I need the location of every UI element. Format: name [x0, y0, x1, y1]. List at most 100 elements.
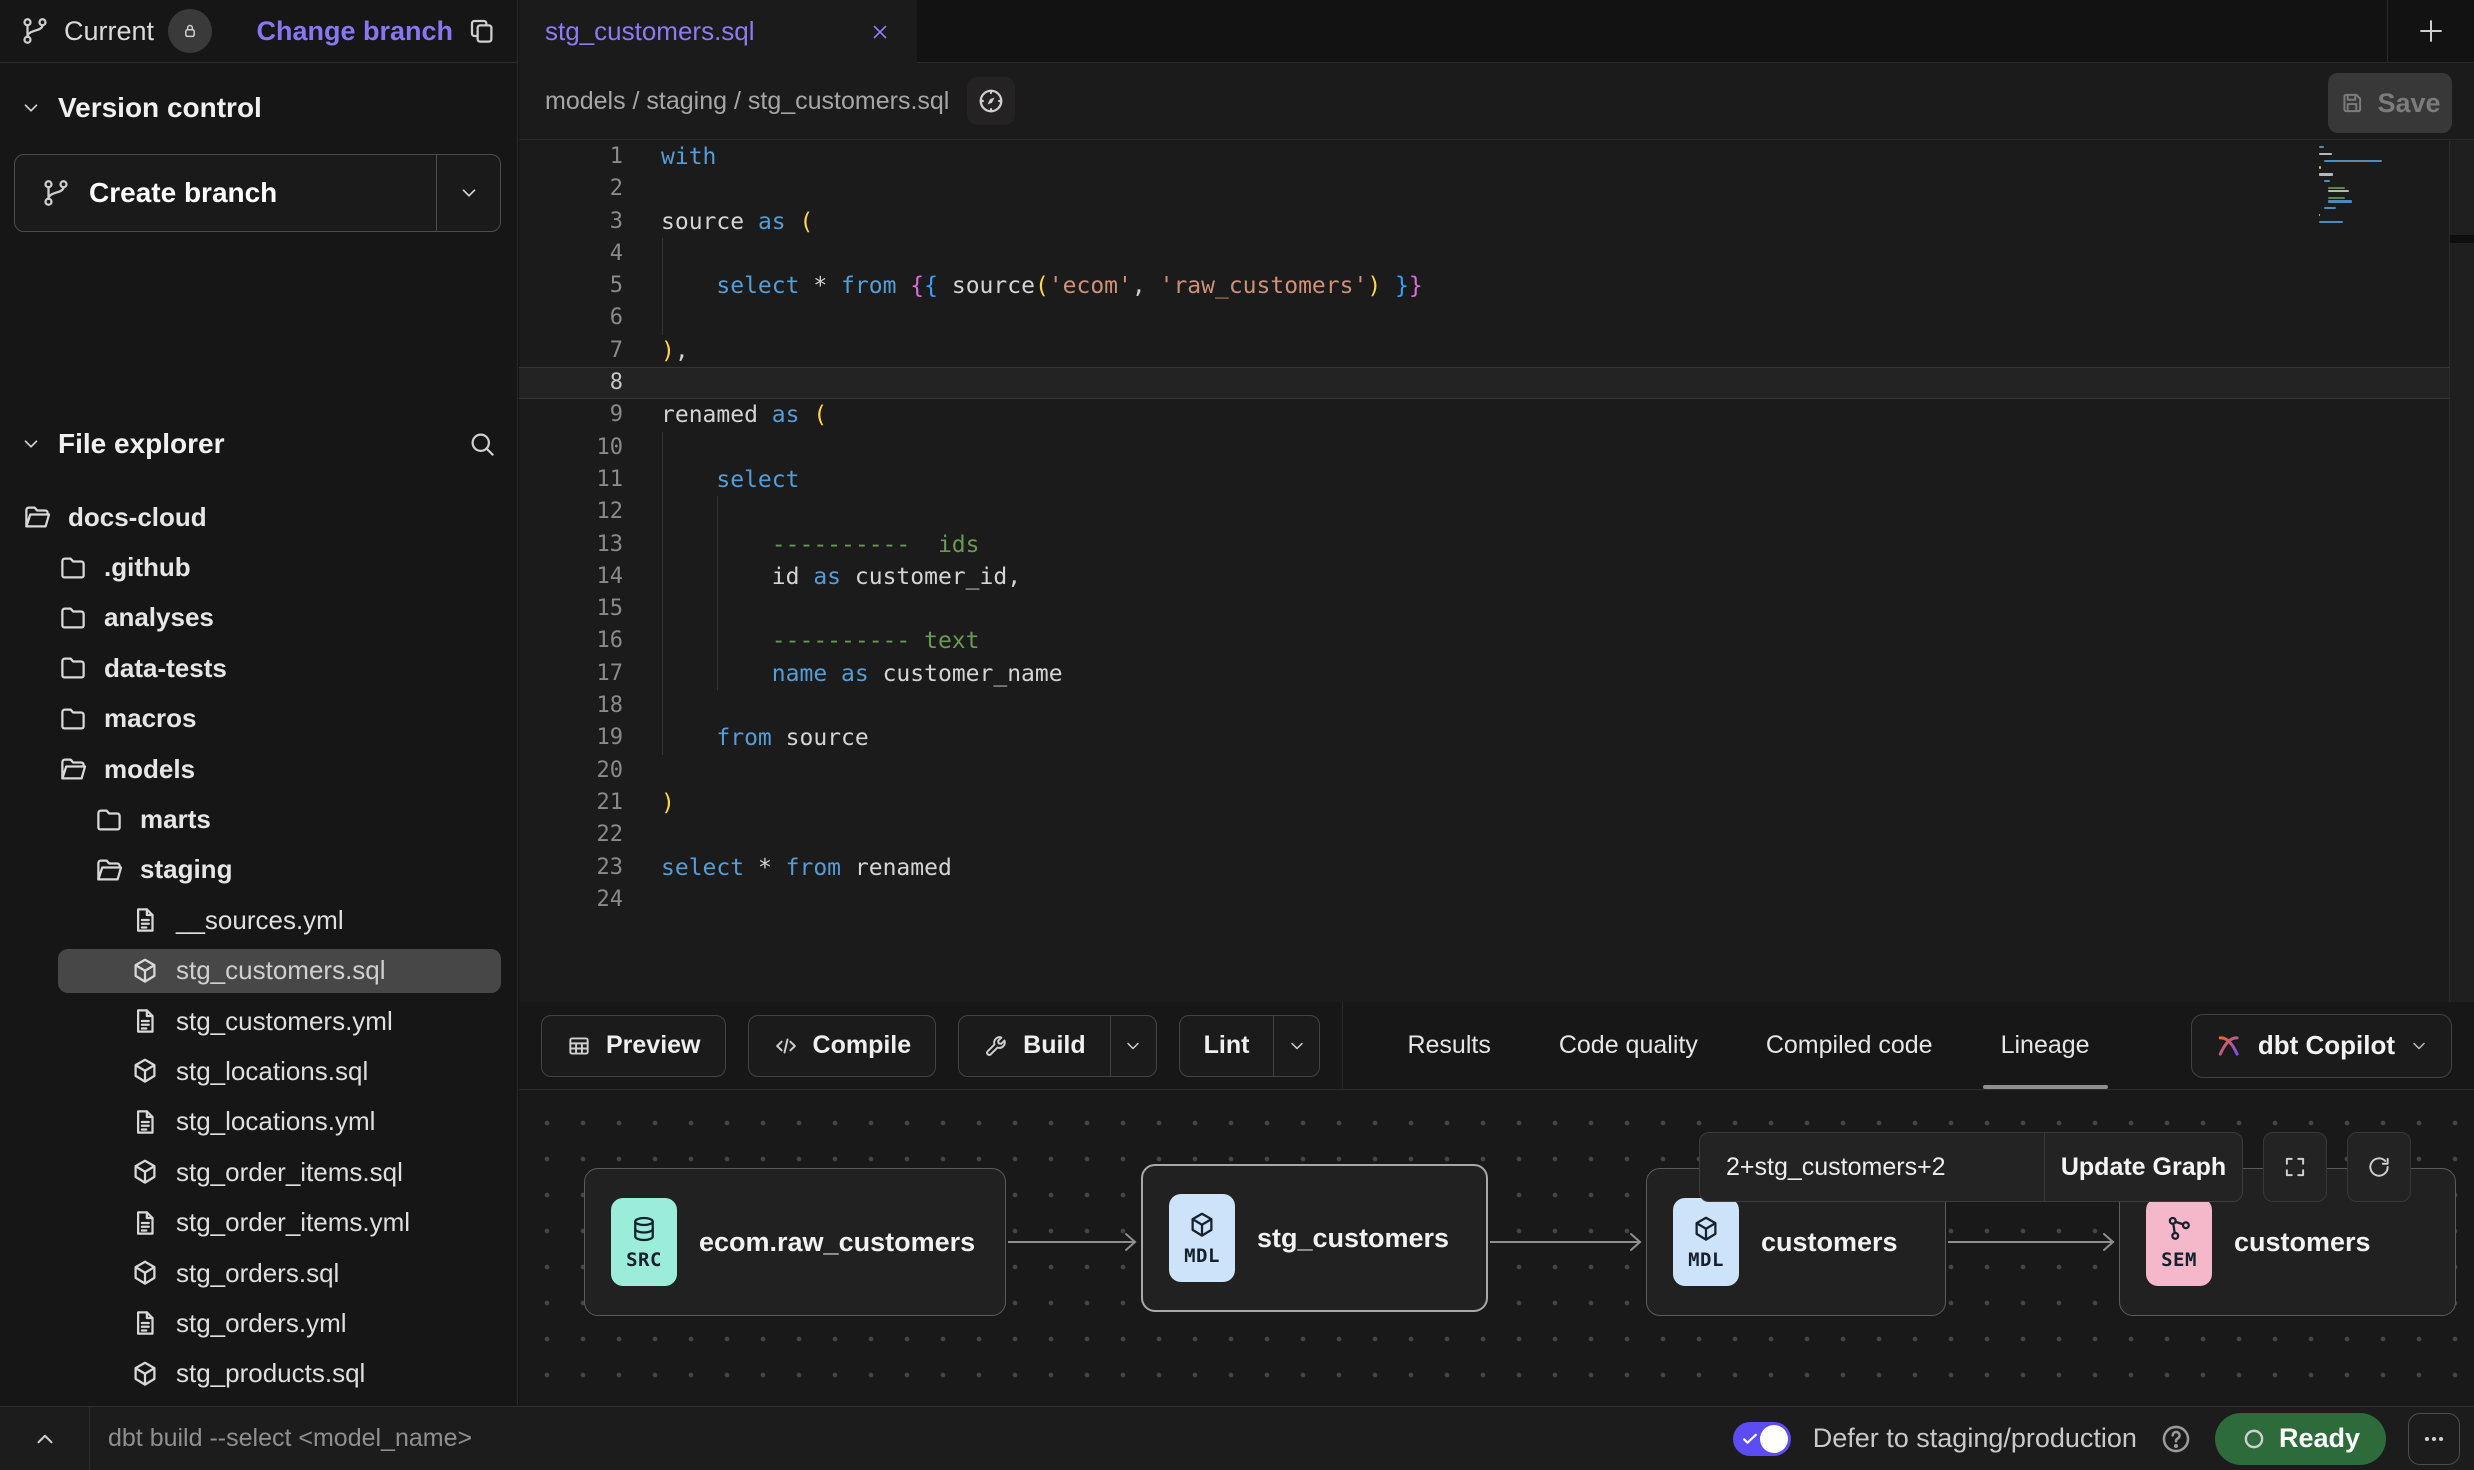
lineage-selector-input[interactable]: 2+stg_customers+2: [1700, 1133, 2044, 1201]
file-tree-label: stg_customers.yml: [176, 1006, 393, 1037]
lint-button[interactable]: Lint: [1179, 1015, 1321, 1077]
file-tree-item-stg_customers.sql[interactable]: stg_customers.sql: [0, 946, 517, 996]
code-line-4: [519, 238, 2430, 270]
code-line-15: [519, 593, 2430, 625]
help-icon[interactable]: [2159, 1422, 2193, 1456]
plus-icon: [2414, 14, 2448, 48]
create-branch-label: Create branch: [89, 177, 277, 209]
file-tree-item-stg_customers.yml[interactable]: stg_customers.yml: [0, 996, 517, 1046]
chevron-down-icon: [2409, 1036, 2429, 1056]
ready-status-button[interactable]: Ready: [2215, 1413, 2386, 1465]
file-tree-label: stg_locations.yml: [176, 1106, 375, 1137]
search-icon[interactable]: [467, 429, 497, 459]
file-tree-item-docs-cloud[interactable]: docs-cloud: [0, 492, 517, 542]
version-control-header[interactable]: Version control: [20, 92, 497, 124]
file-tree-item-staging[interactable]: staging: [0, 845, 517, 895]
code-line-19: from source: [519, 722, 2430, 754]
chevron-down-icon: [458, 182, 480, 204]
node-badge-label: MDL: [1184, 1245, 1220, 1267]
file-tree-item-models[interactable]: models: [0, 744, 517, 794]
action-label: Preview: [606, 1031, 701, 1060]
file-tree-label: docs-cloud: [68, 502, 207, 533]
code-line-20: [519, 755, 2430, 787]
tab-code-quality[interactable]: Code quality: [1525, 1002, 1732, 1089]
dbt-copilot-logo-icon: [2214, 1031, 2244, 1061]
folder-open-icon: [94, 855, 124, 885]
preview-button[interactable]: Preview: [541, 1015, 726, 1077]
action-label: Build: [1023, 1031, 1086, 1060]
file-tree-item-stg_orders.yml[interactable]: stg_orders.yml: [0, 1298, 517, 1348]
file-tree-item-stg_order_items.yml[interactable]: stg_order_items.yml: [0, 1197, 517, 1247]
file-tree-item-marts[interactable]: marts: [0, 794, 517, 844]
more-options-button[interactable]: [2408, 1413, 2460, 1465]
compile-button-main[interactable]: Compile: [749, 1016, 936, 1076]
file-explorer-header[interactable]: File explorer: [20, 428, 497, 460]
code-line-18: [519, 690, 2430, 722]
build-button[interactable]: Build: [958, 1015, 1157, 1077]
lint-dropdown[interactable]: [1273, 1016, 1319, 1076]
create-branch-dropdown[interactable]: [436, 155, 500, 231]
close-icon[interactable]: [869, 21, 891, 43]
tab-stg-customers[interactable]: stg_customers.sql: [519, 0, 917, 63]
preview-button-main[interactable]: Preview: [542, 1016, 725, 1076]
file-model-icon: [130, 1258, 160, 1288]
file-model-icon: [130, 1157, 160, 1187]
code-line-17: name as customer_name: [519, 658, 2430, 690]
file-tree-item-stg_products.sql[interactable]: stg_products.sql: [0, 1349, 517, 1399]
file-tree-item-.github[interactable]: .github: [0, 542, 517, 592]
save-button[interactable]: Save: [2328, 73, 2452, 133]
tab-compiled-code[interactable]: Compiled code: [1732, 1002, 1967, 1089]
file-model-icon: [130, 1056, 160, 1086]
file-model-icon: [130, 956, 160, 986]
tab-lineage[interactable]: Lineage: [1967, 1002, 2124, 1089]
tab-results[interactable]: Results: [1373, 1002, 1524, 1089]
open-lineage-button[interactable]: [967, 77, 1015, 125]
lineage-panel[interactable]: SRCecom.raw_customers MDLstg_customersMDL…: [519, 1091, 2474, 1406]
node-badge-label: SRC: [626, 1249, 662, 1271]
change-branch-link[interactable]: Change branch: [256, 16, 453, 47]
file-tree-item-stg_locations.yml[interactable]: stg_locations.yml: [0, 1097, 517, 1147]
new-tab-button[interactable]: [2388, 0, 2474, 62]
lineage-node-ecom-raw_customers[interactable]: SRCecom.raw_customers: [584, 1168, 1006, 1316]
fullscreen-button[interactable]: [2263, 1132, 2327, 1202]
save-icon: [2339, 90, 2365, 116]
file-tree-label: macros: [104, 703, 197, 734]
file-tree-label: stg_products.sql: [176, 1358, 365, 1389]
file-tree-item-data-tests[interactable]: data-tests: [0, 643, 517, 693]
update-graph-button[interactable]: Update Graph: [2044, 1133, 2242, 1201]
code-line-6: [519, 302, 2430, 334]
file-doc-icon: [130, 1006, 160, 1036]
command-bar-expand[interactable]: [0, 1407, 90, 1470]
dbt-copilot-label: dbt Copilot: [2258, 1030, 2395, 1061]
compile-button[interactable]: Compile: [748, 1015, 937, 1077]
table-icon: [566, 1033, 592, 1059]
refresh-button[interactable]: [2347, 1132, 2411, 1202]
git-branch-icon: [41, 178, 71, 208]
command-input[interactable]: dbt build --select <model_name>: [108, 1424, 472, 1453]
overview-ruler[interactable]: [2449, 141, 2474, 1002]
defer-toggle[interactable]: [1733, 1422, 1791, 1456]
code-line-21: ): [519, 787, 2430, 819]
chevron-down-icon: [1123, 1036, 1143, 1056]
fullscreen-icon: [2282, 1154, 2308, 1180]
dbt-copilot-button[interactable]: dbt Copilot: [2191, 1014, 2452, 1078]
toggle-knob: [1760, 1425, 1788, 1453]
file-tree-item-macros[interactable]: macros: [0, 694, 517, 744]
lint-button-main[interactable]: Lint: [1180, 1016, 1274, 1076]
file-tree-item-__sources.yml[interactable]: __sources.yml: [0, 895, 517, 945]
code-line-3: source as (: [519, 206, 2430, 238]
file-tree-item-stg_orders.sql[interactable]: stg_orders.sql: [0, 1248, 517, 1298]
build-button-main[interactable]: Build: [959, 1016, 1110, 1076]
file-tree-item-stg_locations.sql[interactable]: stg_locations.sql: [0, 1046, 517, 1096]
minimap[interactable]: [2319, 146, 2439, 227]
file-tree-item-stg_order_items.sql[interactable]: stg_order_items.sql: [0, 1147, 517, 1197]
create-branch-button[interactable]: Create branch: [14, 154, 501, 232]
code-editor[interactable]: 123456789101112131415161718192021222324 …: [519, 141, 2474, 1002]
copy-icon[interactable]: [467, 16, 497, 46]
file-doc-icon: [130, 1308, 160, 1338]
file-tree-item-analyses[interactable]: analyses: [0, 593, 517, 643]
branch-bar: Current Change branch: [0, 0, 517, 63]
build-dropdown[interactable]: [1110, 1016, 1156, 1076]
lineage-selector: 2+stg_customers+2 Update Graph: [1699, 1132, 2243, 1202]
lineage-node-stg_customers[interactable]: MDLstg_customers: [1141, 1164, 1488, 1312]
